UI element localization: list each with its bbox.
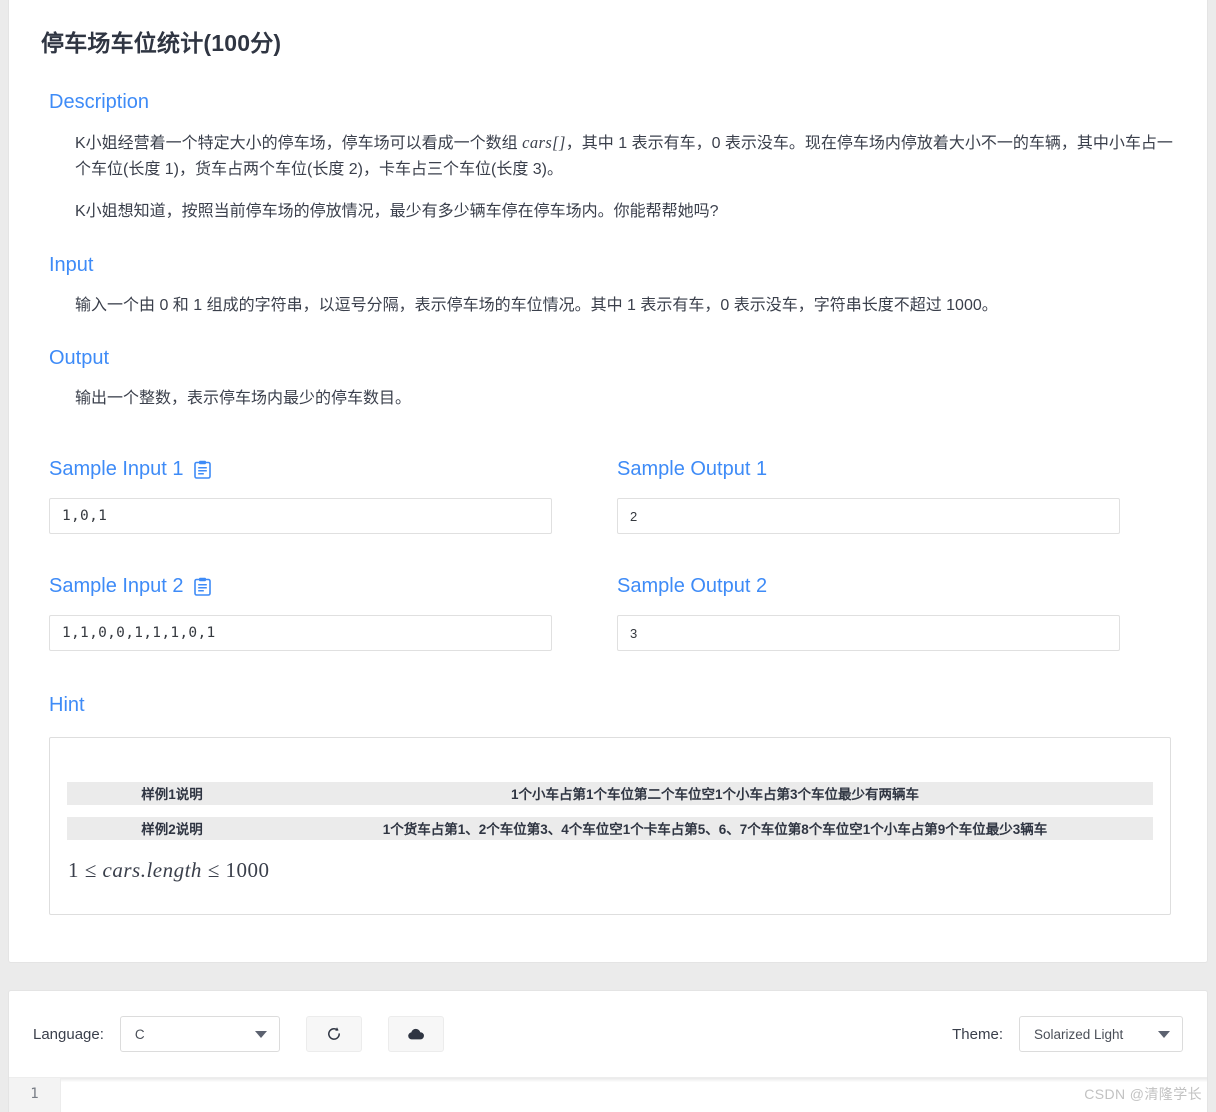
chevron-down-icon [1158, 1031, 1170, 1038]
table-row: 样例2说明 1个货车占第1、2个车位第3、4个车位空1个卡车占第5、6、7个车位… [67, 816, 1153, 840]
sample-pair-2: Sample Input 2 1,1,0,0,1,1,1,0,1 Sample … [9, 576, 1207, 651]
cloud-upload-icon [407, 1027, 425, 1041]
sample-input-2-label: Sample Input 2 [49, 574, 184, 597]
constraint-variable: cars.length [102, 857, 202, 882]
sample-pair-1: Sample Input 1 1,0,1 Sample Output 1 2 [9, 459, 1207, 534]
clipboard-copy-icon[interactable] [193, 460, 211, 479]
line-number: 1 [30, 1086, 39, 1102]
reset-code-button[interactable] [305, 1016, 362, 1052]
input-paragraph: 输入一个由 0 和 1 组成的字符串，以逗号分隔，表示停车场的车位情况。其中 1… [75, 296, 998, 314]
sample-output-2-label: Sample Output 2 [617, 574, 768, 597]
sample-output-2-header: Sample Output 2 [617, 576, 1129, 596]
input-heading: Input [49, 253, 94, 276]
code-editor-area[interactable]: 1 [9, 1077, 1207, 1112]
code-editor-panel: Language: C Theme: Solarized Light 1 [8, 990, 1208, 1112]
language-select[interactable]: C [119, 1016, 280, 1052]
constraint-lower-bound: 1 [68, 857, 79, 882]
language-select-value: C [134, 1026, 145, 1042]
sample-output-2-value: 3 [617, 614, 1120, 651]
sample-output-1-header: Sample Output 1 [617, 459, 1129, 479]
line-number-gutter: 1 [9, 1078, 61, 1112]
sample-output-1-value: 2 [617, 497, 1120, 534]
sample-input-1-label: Sample Input 1 [49, 457, 184, 480]
output-paragraph: 输出一个整数，表示停车场内最少的停车数目。 [75, 389, 412, 407]
problem-page: 停车场车位统计(100分) Description K小姐经营着一个特定大小的停… [0, 0, 1216, 1112]
hint-box: 样例1说明 1个小车占第1个车位第二个车位空1个小车占第3个车位最少有两辆车 样… [49, 736, 1171, 915]
theme-label: Theme: [952, 1025, 1003, 1043]
output-heading: Output [49, 346, 110, 369]
sample-input-2-value: 1,1,0,0,1,1,1,0,1 [49, 614, 552, 651]
problem-statement-card: 停车场车位统计(100分) Description K小姐经营着一个特定大小的停… [8, 0, 1208, 963]
sample-input-1-value: 1,0,1 [49, 497, 552, 534]
theme-select[interactable]: Solarized Light [1019, 1016, 1183, 1052]
submit-code-button[interactable] [387, 1016, 444, 1052]
clipboard-copy-icon[interactable] [193, 577, 211, 596]
sample-output-1-block: Sample Output 1 2 [569, 459, 1129, 534]
constraint-formula: 1 ≤ cars.length ≤ 1000 [50, 858, 1170, 883]
sample-input-2-block: Sample Input 2 1,1,0,0,1,1,1,0,1 [9, 576, 569, 651]
description-section: Description K小姐经营着一个特定大小的停车场，停车场可以看成一个数组… [9, 92, 1207, 225]
editor-toolbar: Language: C Theme: Solarized Light [9, 991, 1207, 1077]
constraint-le-2: ≤ [207, 857, 220, 882]
output-section: Output 输出一个整数，表示停车场内最少的停车数目。 [9, 348, 1207, 412]
language-label: Language: [33, 1025, 104, 1043]
table-row: 样例1说明 1个小车占第1个车位第二个车位空1个小车占第3个车位最少有两辆车 [67, 781, 1153, 805]
hint-row-label: 样例1说明 [141, 787, 203, 803]
hint-row-value: 1个小车占第1个车位第二个车位空1个小车占第3个车位最少有两辆车 [510, 787, 920, 803]
description-paragraph-2: K小姐想知道，按照当前停车场的停放情况，最少有多少辆车停在停车场内。你能帮帮她吗… [75, 202, 719, 220]
hint-row-value: 1个货车占第1、2个车位第3、4个车位空1个卡车占第5、6、7个车位第8个车位空… [382, 822, 1048, 838]
description-paragraph-1-pre: K小姐经营着一个特定大小的停车场，停车场可以看成一个数组 [75, 135, 523, 152]
sample-output-1-label: Sample Output 1 [617, 457, 768, 480]
refresh-icon [326, 1026, 342, 1042]
sample-input-2-header: Sample Input 2 [49, 576, 569, 596]
sample-output-2-block: Sample Output 2 3 [569, 576, 1129, 651]
input-section: Input 输入一个由 0 和 1 组成的字符串，以逗号分隔，表示停车场的车位情… [9, 255, 1207, 319]
cars-array-math: cars[] [522, 133, 566, 152]
hint-row-label: 样例2说明 [141, 822, 203, 838]
constraint-upper-bound: 1000 [225, 857, 270, 882]
constraint-le-1: ≤ [84, 857, 97, 882]
description-heading: Description [49, 91, 150, 113]
theme-select-value: Solarized Light [1034, 1026, 1124, 1042]
page-title: 停车场车位统计(100分) [41, 30, 282, 56]
hint-heading-wrap: Hint [9, 695, 1207, 715]
sample-input-1-header: Sample Input 1 [49, 459, 569, 479]
description-paragraph-1: K小姐经营着一个特定大小的停车场，停车场可以看成一个数组 cars[]，其中 1… [49, 130, 1175, 183]
code-input[interactable] [61, 1078, 1207, 1112]
hint-table: 样例1说明 1个小车占第1个车位第二个车位空1个小车占第3个车位最少有两辆车 样… [67, 770, 1153, 852]
chevron-down-icon [254, 1031, 267, 1038]
sample-input-1-block: Sample Input 1 1,0,1 [9, 459, 569, 534]
hint-heading: Hint [49, 693, 85, 716]
